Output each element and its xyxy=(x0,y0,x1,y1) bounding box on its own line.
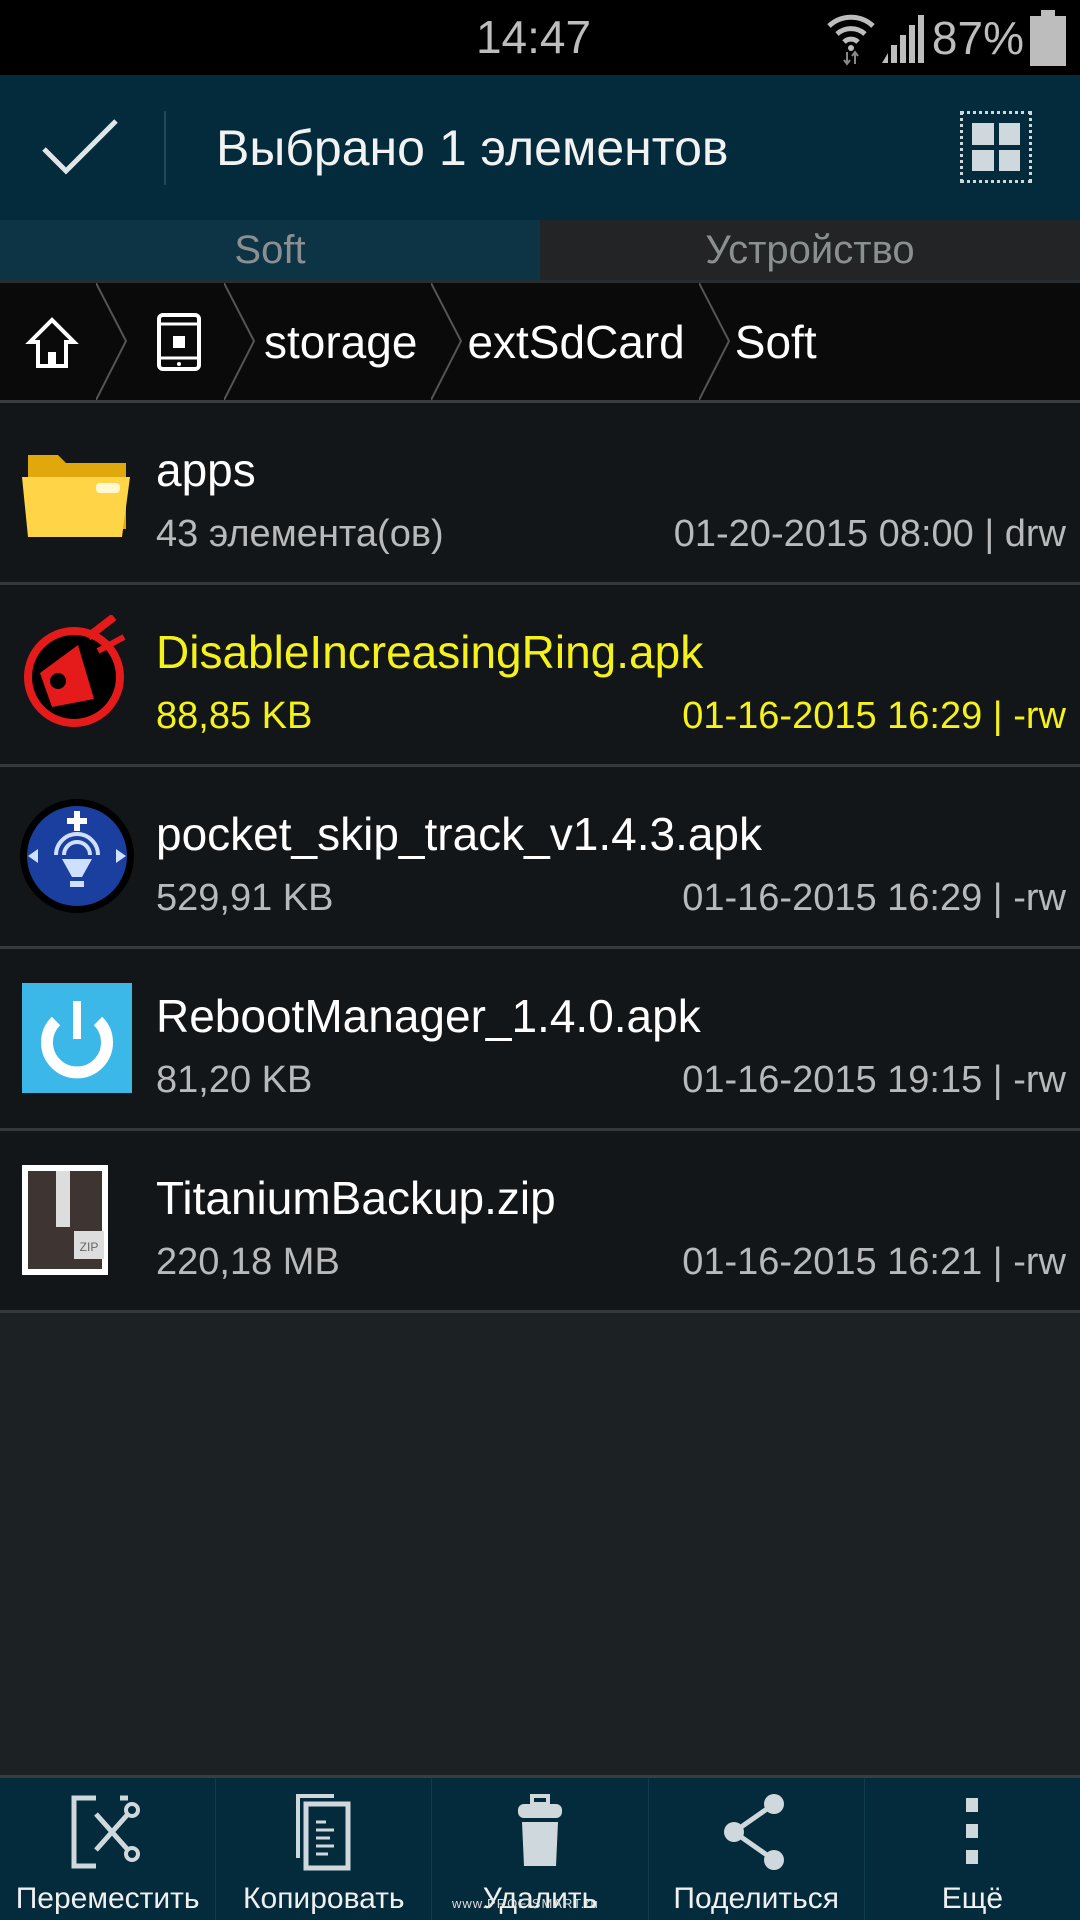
breadcrumb-separator xyxy=(431,283,463,400)
file-meta: 43 элемента(ов) xyxy=(156,513,444,555)
share-button[interactable]: Поделиться xyxy=(649,1778,865,1920)
more-icon xyxy=(966,1798,979,1864)
watermark: www.PROFISMART.ru xyxy=(452,1896,599,1911)
breadcrumb-soft[interactable]: Soft xyxy=(735,283,831,400)
file-name: DisableIncreasingRing.apk xyxy=(156,626,704,678)
svg-text:ZIP: ZIP xyxy=(80,1240,99,1254)
file-row[interactable]: pocket_skip_track_v1.4.3.apk 529,91 KB 0… xyxy=(0,767,1080,949)
status-icons: 87% xyxy=(826,8,1066,68)
checkmark-icon[interactable] xyxy=(40,117,120,177)
file-list: apps 43 элемента(ов) 01-20-2015 08:00 | … xyxy=(0,403,1080,1313)
move-button[interactable]: Переместить xyxy=(0,1778,217,1920)
home-icon xyxy=(25,316,79,368)
action-bar-divider xyxy=(164,111,166,185)
signal-icon xyxy=(881,15,924,63)
copy-icon xyxy=(295,1794,351,1871)
file-row[interactable]: apps 43 элемента(ов) 01-20-2015 08:00 | … xyxy=(0,403,1080,585)
ring-app-icon xyxy=(24,615,126,727)
share-label: Поделиться xyxy=(673,1882,840,1915)
file-meta: 88,85 KB xyxy=(156,695,313,737)
file-row[interactable]: DisableIncreasingRing.apk 88,85 KB 01-16… xyxy=(0,585,1080,767)
file-date: 01-16-2015 16:21 | -rw xyxy=(682,1241,1066,1283)
file-date: 01-16-2015 16:29 | -rw xyxy=(682,695,1066,737)
breadcrumb-extsdcard[interactable]: extSdCard xyxy=(467,283,698,400)
breadcrumb-separator xyxy=(224,283,256,400)
skip-track-app-icon xyxy=(20,799,134,913)
copy-label: Копировать xyxy=(243,1882,405,1915)
file-name: apps xyxy=(156,444,256,496)
share-icon xyxy=(724,1794,785,1870)
file-date: 01-16-2015 16:29 | -rw xyxy=(682,877,1066,919)
power-app-icon xyxy=(22,983,132,1093)
more-button[interactable]: Ещё xyxy=(865,1778,1080,1920)
breadcrumb-separator xyxy=(96,283,128,400)
grid-view-icon[interactable] xyxy=(960,111,1032,183)
move-label: Переместить xyxy=(15,1882,200,1915)
file-meta: 529,91 KB xyxy=(156,877,334,919)
tab-device[interactable]: Устройство xyxy=(540,220,1080,280)
file-date: 01-16-2015 19:15 | -rw xyxy=(682,1059,1066,1101)
breadcrumb: storage extSdCard Soft xyxy=(0,280,1080,403)
file-name: TitaniumBackup.zip xyxy=(156,1172,556,1224)
storage-tabs: Soft Устройство xyxy=(0,220,1080,280)
zip-file-icon: ZIP xyxy=(22,1165,108,1275)
wifi-icon xyxy=(827,14,875,66)
device-icon xyxy=(157,312,201,371)
trash-icon xyxy=(518,1794,562,1866)
file-name: pocket_skip_track_v1.4.3.apk xyxy=(156,808,763,860)
selection-title: Выбрано 1 элементов xyxy=(216,120,729,176)
move-icon xyxy=(71,1795,140,1869)
breadcrumb-separator xyxy=(698,283,730,400)
tab-soft[interactable]: Soft xyxy=(0,220,540,280)
file-meta: 220,18 MB xyxy=(156,1241,340,1283)
file-row[interactable]: RebootManager_1.4.0.apk 81,20 KB 01-16-2… xyxy=(0,949,1080,1131)
more-label: Ещё xyxy=(941,1882,1004,1915)
breadcrumb-device[interactable] xyxy=(132,283,224,400)
breadcrumb-home[interactable] xyxy=(0,283,96,400)
file-date: 01-20-2015 08:00 | drw xyxy=(673,513,1066,555)
file-row[interactable]: ZIP TitaniumBackup.zip 220,18 MB 01-16-2… xyxy=(0,1131,1080,1313)
folder-icon xyxy=(22,455,130,537)
action-bar: Выбрано 1 элементов xyxy=(0,75,1080,220)
breadcrumb-storage[interactable]: storage xyxy=(260,283,431,400)
file-meta: 81,20 KB xyxy=(156,1059,313,1101)
battery-percent: 87% xyxy=(931,12,1024,64)
status-bar: 14:47 87% xyxy=(0,0,1080,75)
file-name: RebootManager_1.4.0.apk xyxy=(156,990,701,1042)
battery-icon xyxy=(1030,10,1066,66)
copy-button[interactable]: Копировать xyxy=(216,1778,433,1920)
